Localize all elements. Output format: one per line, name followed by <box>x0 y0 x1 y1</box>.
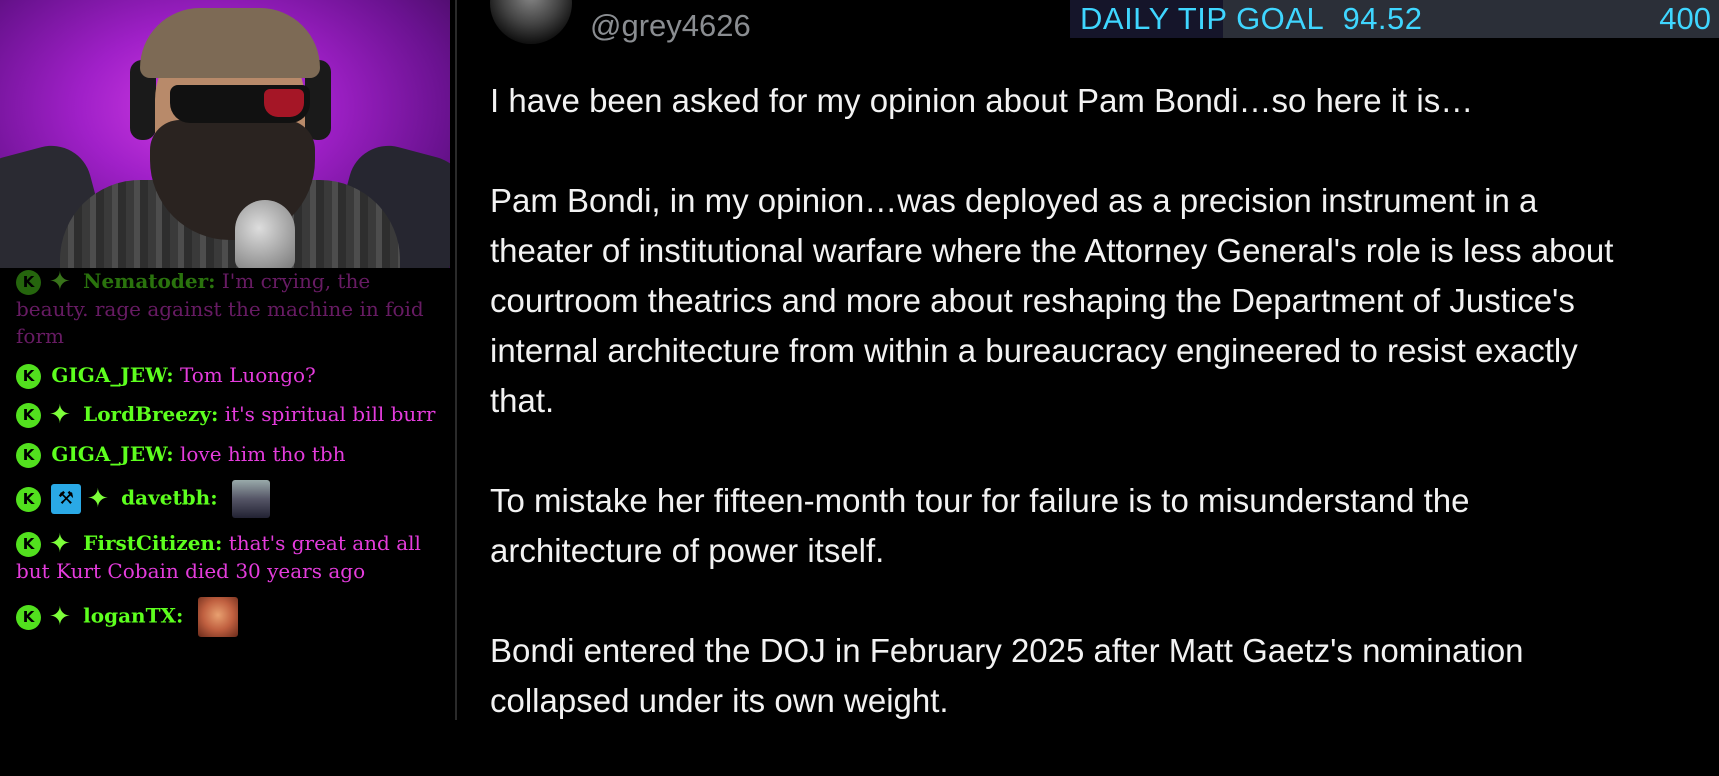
face-emote-icon <box>197 597 238 637</box>
chat-message: K ✦ loganTX: <box>16 597 446 637</box>
kick-badge-icon: K <box>16 403 41 428</box>
chat-username[interactable]: loganTX: <box>83 604 183 628</box>
chat-username[interactable]: GIGA_JEW: <box>51 442 173 466</box>
chat-username[interactable]: Nematoder: <box>83 269 215 293</box>
chat-username[interactable]: GIGA_JEW: <box>51 363 173 387</box>
post-paragraph: To mistake her fifteen-month tour for fa… <box>490 482 1470 569</box>
tip-goal-label: DAILY TIP GOAL 94.52 <box>1080 1 1423 36</box>
chat-username[interactable]: FirstCitizen: <box>83 531 222 555</box>
chat-message: K GIGA_JEW: love him tho tbh <box>16 441 446 468</box>
chat-log: K ✦ Nematoder: I'm crying, the beauty. ra… <box>16 268 446 649</box>
kick-badge-icon: K <box>16 604 41 630</box>
chat-message: K ✦ Nematoder: I'm crying, the beauty. ra… <box>16 268 446 350</box>
microphone <box>235 200 295 268</box>
portrait-emote-icon <box>231 480 270 518</box>
tip-goal-current: 94.52 <box>1342 1 1423 36</box>
webcam-feed <box>0 0 450 268</box>
chat-text: love him tho tbh <box>179 442 346 466</box>
stream-sidebar: K ✦ Nematoder: I'm crying, the beauty. ra… <box>0 0 455 720</box>
kick-badge-icon: K <box>16 443 41 468</box>
tip-goal-bar: DAILY TIP GOAL 94.52 400 <box>1070 0 1719 38</box>
post-paragraph: Pam Bondi, in my opinion…was deployed as… <box>490 182 1614 419</box>
chat-text: it's spiritual bill burr <box>224 402 436 426</box>
chat-text: Tom Luongo? <box>179 363 316 387</box>
chat-message: K ✦ LordBreezy: it's spiritual bill burr <box>16 401 446 429</box>
sparkle-badge-icon: ✦ <box>49 601 71 632</box>
post-body: I have been asked for my opinion about P… <box>490 76 1630 776</box>
kick-badge-icon: K <box>16 486 41 512</box>
kick-badge-icon: K <box>16 364 41 389</box>
chat-message: K GIGA_JEW: Tom Luongo? <box>16 362 446 389</box>
chat-text: I'm crying, the beauty. rage against the… <box>16 269 424 348</box>
user-handle[interactable]: @grey4626 <box>590 8 751 44</box>
moderator-hammer-icon: ⚒ <box>51 484 81 514</box>
chat-username[interactable]: LordBreezy: <box>83 402 218 426</box>
sparkle-badge-icon: ✦ <box>49 267 71 297</box>
kick-badge-icon: K <box>16 270 41 295</box>
chat-message: K ✦ FirstCitizen: that's great and all bu… <box>16 530 446 585</box>
avatar[interactable] <box>490 0 572 44</box>
panel-divider <box>455 0 457 720</box>
post-paragraph: I have been asked for my opinion about P… <box>490 82 1474 119</box>
chat-message: K ⚒ ✦ davetbh: <box>16 480 446 518</box>
sparkle-badge-icon: ✦ <box>87 483 109 514</box>
sparkle-badge-icon: ✦ <box>49 400 71 430</box>
post-paragraph: Bondi entered the DOJ in February 2025 a… <box>490 632 1524 719</box>
post-panel: @grey4626 DAILY TIP GOAL 94.52 400 I hav… <box>458 0 1719 720</box>
sparkle-badge-icon: ✦ <box>49 529 71 559</box>
kick-badge-icon: K <box>16 532 41 557</box>
chat-username[interactable]: davetbh: <box>121 486 217 510</box>
tip-goal-max: 400 <box>1659 1 1711 36</box>
